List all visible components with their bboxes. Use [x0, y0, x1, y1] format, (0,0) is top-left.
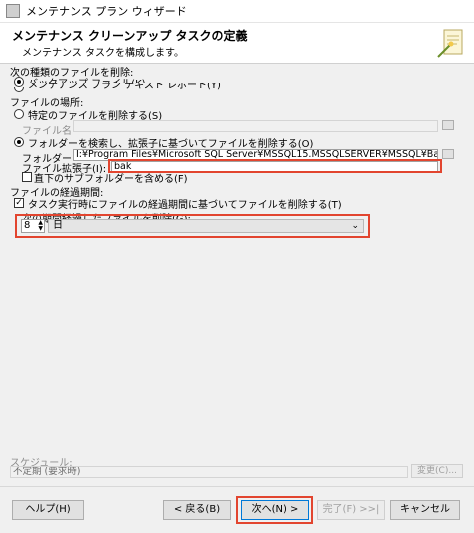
age-unit-value: 日: [53, 220, 63, 231]
backup-files-label: バックアップ ファイル(K): [28, 75, 146, 83]
file-name-browse-button[interactable]: [442, 120, 454, 130]
next-button[interactable]: 次へ(N) >: [241, 500, 309, 520]
finish-button[interactable]: 完了(F) >>|: [317, 500, 385, 520]
schedule-value: 不定期 (要求時): [10, 466, 408, 478]
delete-by-age-label: タスク実行時にファイルの経過期間に基づいてファイルを削除する(T): [28, 200, 342, 211]
window-title: メンテナンス プラン ウィザード: [26, 5, 187, 18]
age-unit-select[interactable]: 日 ⌄: [48, 219, 364, 233]
folder-search-label: フォルダーを検索し、拡張子に基づいてファイルを削除する(O): [28, 139, 314, 150]
spinner-arrows-icon[interactable]: ▲ ▼: [38, 220, 43, 232]
maintenance-plan-icon: [6, 4, 20, 18]
back-button[interactable]: < 戻る(B): [163, 500, 231, 520]
title-bar: メンテナンス プラン ウィザード: [0, 0, 474, 23]
change-schedule-button[interactable]: 変更(C)...: [411, 464, 463, 478]
cancel-button[interactable]: キャンセル: [390, 500, 460, 520]
file-name-input[interactable]: [73, 120, 438, 132]
chevron-down-icon: ⌄: [351, 221, 359, 231]
report-files-radio[interactable]: [14, 87, 24, 92]
wizard-header: メンテナンス クリーンアップ タスクの定義 メンテナンス タスクを構成します。: [0, 23, 474, 64]
help-button[interactable]: ヘルプ(H): [12, 500, 84, 520]
page-title: メンテナンス クリーンアップ タスクの定義: [12, 29, 248, 43]
page-subtitle: メンテナンス タスクを構成します。: [22, 48, 184, 59]
wizard-document-icon: [437, 29, 463, 58]
include-subfolders-label: 直下のサブフォルダーを含める(F): [34, 174, 188, 185]
delete-by-age-checkbox[interactable]: ✓: [14, 198, 24, 208]
specific-file-radio[interactable]: [14, 109, 24, 119]
age-number-spinner[interactable]: 8 ▲ ▼: [21, 219, 45, 233]
backup-files-radio[interactable]: [14, 77, 24, 87]
report-files-label: メンテナンス プラン テキスト レポート(Y): [28, 83, 221, 91]
include-subfolders-checkbox[interactable]: [22, 172, 32, 182]
age-number-value: 8: [24, 220, 31, 231]
folder-search-radio[interactable]: [14, 137, 24, 147]
folder-browse-button[interactable]: [442, 149, 454, 159]
footer-divider: [0, 486, 474, 487]
